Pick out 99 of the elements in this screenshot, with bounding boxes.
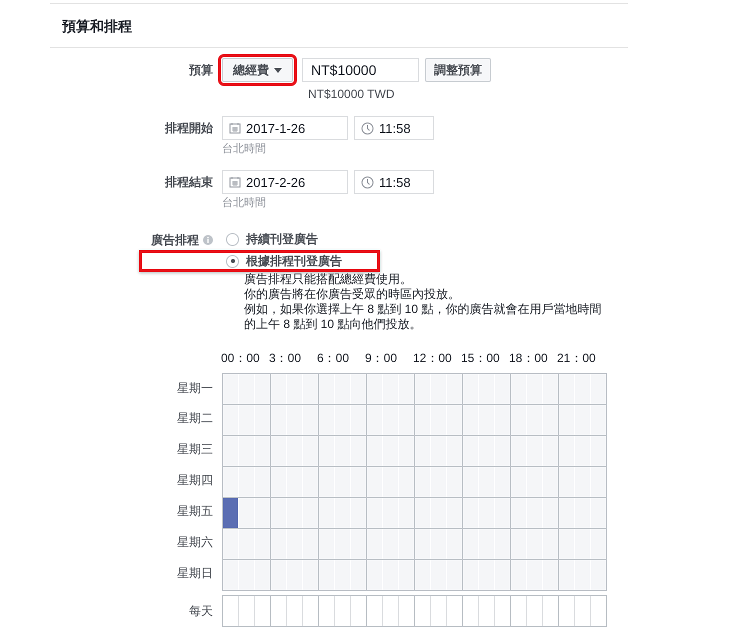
time-slot[interactable] (318, 560, 334, 590)
timezone-text: 台北時間 (222, 142, 267, 156)
time-slot[interactable] (318, 467, 334, 497)
time-slot[interactable] (222, 436, 238, 466)
hour-label: 18：00 (509, 350, 549, 367)
time-slot[interactable] (462, 498, 478, 528)
time-slot[interactable] (462, 405, 478, 435)
timezone-text: 台北時間 (222, 196, 267, 210)
time-slot[interactable] (270, 436, 286, 466)
time-slot[interactable] (222, 529, 238, 559)
hour-label: 6：00 (317, 350, 350, 367)
field-label: 廣告排程 (151, 232, 199, 249)
hour-label: 21：00 (557, 350, 597, 367)
time-slot[interactable] (366, 467, 382, 497)
time-slot[interactable] (558, 405, 574, 435)
time-slot[interactable] (558, 436, 574, 466)
time-slot[interactable] (318, 374, 334, 404)
time-slot[interactable] (414, 467, 430, 497)
time-slot[interactable] (462, 467, 478, 497)
time-slot[interactable] (270, 560, 286, 590)
option-label[interactable]: 根據排程刊登廣告 (246, 252, 342, 270)
time-slot[interactable] (270, 529, 286, 559)
time-slot[interactable] (366, 529, 382, 559)
time-slot[interactable] (318, 436, 334, 466)
day-label: 星期二 (176, 410, 213, 427)
field-label: 排程結束 (164, 174, 213, 191)
time-field[interactable]: 11:58 (354, 116, 434, 140)
field-label: 預算 (188, 62, 213, 79)
clock-icon (361, 176, 374, 188)
day-label: 星期六 (176, 534, 213, 551)
description-text: 例如，如果你選擇上午 8 點到 10 點，你的廣告就會在用戶當地時間的上午 8 點到 10 點向他們投放。 (244, 302, 602, 332)
date-field[interactable]: 2017-2-26 (222, 170, 348, 194)
radio-button[interactable] (226, 254, 239, 268)
description-text: 你的廣告將在你廣告受眾的時區內投放。 (244, 287, 461, 302)
hour-label: 3：00 (269, 350, 302, 367)
day-label: 每天 (188, 602, 213, 620)
hour-label: 15：00 (461, 350, 501, 367)
day-label: 星期五 (176, 503, 213, 520)
time-slot[interactable] (222, 374, 238, 404)
time-slot[interactable] (414, 560, 430, 590)
time-slot[interactable] (510, 467, 526, 497)
field-label: 排程開始 (164, 120, 213, 137)
budget-amount-field[interactable]: NT$10000 (302, 58, 419, 82)
time-slot[interactable] (462, 560, 478, 590)
time-slot[interactable] (462, 436, 478, 466)
day-label: 星期一 (176, 380, 213, 396)
time-slot[interactable] (510, 374, 526, 404)
time-slot[interactable] (318, 405, 334, 435)
time-slot[interactable] (222, 405, 238, 435)
time-slot[interactable] (558, 560, 574, 590)
time-slot[interactable] (558, 467, 574, 497)
calendar-icon (229, 122, 241, 134)
time-slot[interactable] (414, 436, 430, 466)
time-slot[interactable] (222, 467, 238, 497)
time-slot[interactable] (510, 405, 526, 435)
time-slot[interactable] (414, 405, 430, 435)
option-label[interactable]: 持續刊登廣告 (246, 230, 318, 248)
time-slot[interactable] (366, 560, 382, 590)
time-slot[interactable] (558, 529, 574, 559)
radio-button[interactable] (226, 232, 239, 246)
time-slot[interactable] (414, 498, 430, 528)
time-slot[interactable] (366, 498, 382, 528)
time-slot[interactable] (462, 374, 478, 404)
description-text: 廣告排程只能搭配總經費使用。 (244, 272, 413, 287)
section-title: 預算和排程 (50, 4, 628, 48)
date-field[interactable]: 2017-1-26 (222, 116, 348, 140)
time-slot[interactable] (462, 529, 478, 559)
calendar-icon (229, 176, 241, 188)
day-label: 星期四 (176, 472, 213, 489)
budget-hint: NT$10000 TWD (308, 87, 396, 101)
time-field[interactable]: 11:58 (354, 170, 434, 194)
hour-label: 12：00 (413, 350, 453, 367)
caret-icon (274, 68, 282, 72)
hour-label: 9：00 (365, 350, 398, 367)
time-slot[interactable] (270, 405, 286, 435)
time-slot[interactable] (270, 467, 286, 497)
day-label: 星期日 (176, 565, 213, 582)
adjust-budget-button[interactable]: 調整預算 (425, 58, 491, 82)
time-slot[interactable] (510, 498, 526, 528)
time-slot[interactable] (414, 529, 430, 559)
time-slot[interactable] (558, 498, 574, 528)
time-slot[interactable] (318, 529, 334, 559)
clock-icon (361, 122, 374, 134)
day-label: 星期三 (176, 441, 213, 458)
time-slot[interactable] (222, 560, 238, 590)
time-slot[interactable] (510, 436, 526, 466)
time-slot[interactable] (366, 374, 382, 404)
time-slot[interactable] (414, 374, 430, 404)
hour-label: 00：00 (221, 350, 261, 367)
time-slot[interactable] (270, 498, 286, 528)
time-slot[interactable] (222, 498, 238, 528)
time-slot[interactable] (510, 529, 526, 559)
time-slot[interactable] (558, 374, 574, 404)
time-slot[interactable] (318, 498, 334, 528)
time-slot[interactable] (270, 374, 286, 404)
time-slot[interactable] (366, 436, 382, 466)
info-icon[interactable] (203, 235, 213, 245)
time-slot[interactable] (510, 560, 526, 590)
time-slot[interactable] (366, 405, 382, 435)
